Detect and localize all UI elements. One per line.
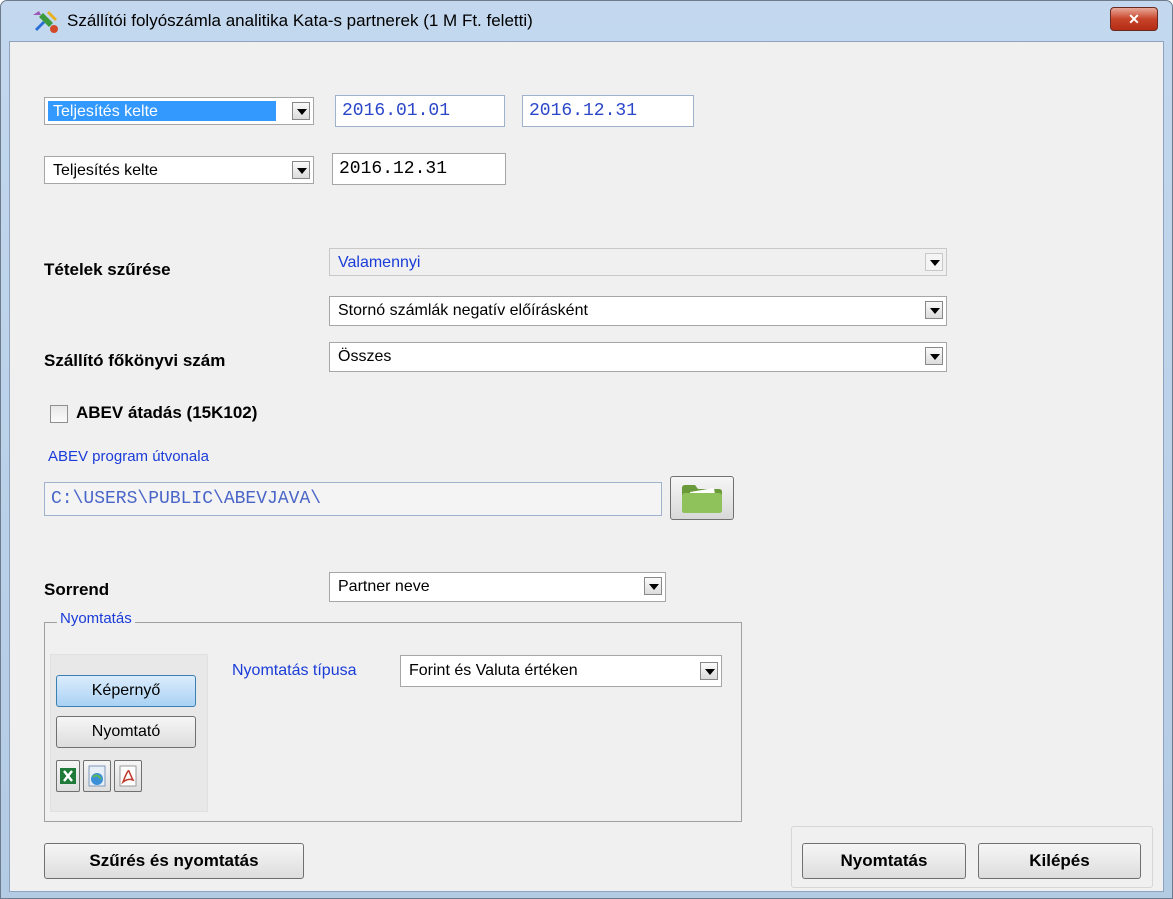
- web-export-button[interactable]: [83, 760, 111, 792]
- print-type-value: Forint és Valuta értéken: [409, 662, 578, 679]
- abev-checkbox-label: ABEV átadás (15K102): [76, 403, 258, 422]
- app-icon: [33, 11, 58, 33]
- web-page-icon: [88, 765, 106, 787]
- ledger-select-value: Összes: [338, 348, 392, 365]
- storno-select-value: Stornó számlák negatív előírásként: [338, 302, 588, 319]
- date-type-select[interactable]: Teljesítés kelte: [44, 97, 314, 125]
- chevron-down-icon[interactable]: [292, 102, 310, 120]
- folder-icon: [682, 485, 722, 513]
- excel-export-button[interactable]: [56, 760, 80, 792]
- ledger-label: Szállító főkönyvi szám: [44, 351, 226, 370]
- order-select-value: Partner neve: [338, 578, 430, 595]
- date-type-value-2: Teljesítés kelte: [53, 162, 158, 179]
- chevron-down-icon[interactable]: [292, 161, 310, 179]
- screen-button[interactable]: Képernyő: [56, 675, 196, 707]
- date-field-2[interactable]: 2016.12.31: [332, 153, 506, 185]
- pdf-icon: [119, 765, 137, 787]
- close-icon: ✕: [1128, 10, 1140, 27]
- filter-label: Tételek szűrése: [44, 260, 171, 279]
- title-bar[interactable]: Szállítói folyószámla analitika Kata-s p…: [1, 1, 1172, 41]
- date-to-field[interactable]: 2016.12.31: [522, 95, 694, 127]
- abev-path-field[interactable]: C:\USERS\PUBLIC\ABEVJAVA\: [44, 482, 662, 516]
- pdf-export-button[interactable]: [114, 760, 142, 792]
- exit-button[interactable]: Kilépés: [978, 843, 1141, 879]
- chevron-down-icon[interactable]: [644, 577, 662, 595]
- filter-select-value: Valamennyi: [338, 254, 421, 271]
- storno-select[interactable]: Stornó számlák negatív előírásként: [329, 296, 947, 326]
- print-group-title: Nyomtatás: [57, 610, 135, 627]
- print-type-label: Nyomtatás típusa: [232, 662, 357, 679]
- print-type-select[interactable]: Forint és Valuta értéken: [400, 655, 722, 687]
- dialog-window: Szállítói folyószámla analitika Kata-s p…: [0, 0, 1173, 899]
- ledger-select[interactable]: Összes: [329, 342, 947, 372]
- chevron-down-icon[interactable]: [925, 301, 943, 319]
- abev-path-label: ABEV program útvonala: [48, 448, 209, 465]
- window-title: Szállítói folyószámla analitika Kata-s p…: [67, 11, 533, 30]
- chevron-down-icon[interactable]: [925, 347, 943, 365]
- date-type-value: Teljesítés kelte: [53, 103, 158, 120]
- chevron-down-icon[interactable]: [700, 662, 718, 680]
- printer-button[interactable]: Nyomtató: [56, 716, 196, 748]
- date-from-field[interactable]: 2016.01.01: [335, 95, 505, 127]
- order-label: Sorrend: [44, 580, 110, 599]
- close-button[interactable]: ✕: [1110, 7, 1158, 31]
- abev-checkbox[interactable]: [50, 405, 68, 423]
- filter-and-print-button[interactable]: Szűrés és nyomtatás: [44, 843, 304, 879]
- browse-folder-button[interactable]: [670, 476, 734, 520]
- date-type-select-2[interactable]: Teljesítés kelte: [44, 156, 314, 184]
- dialog-body: Teljesítés kelte 2016.01.01 2016.12.31 T…: [9, 41, 1164, 892]
- filter-select[interactable]: Valamennyi: [329, 248, 947, 276]
- excel-icon: [60, 768, 76, 784]
- chevron-down-icon[interactable]: [925, 253, 943, 271]
- print-button[interactable]: Nyomtatás: [802, 843, 966, 879]
- order-select[interactable]: Partner neve: [329, 572, 666, 602]
